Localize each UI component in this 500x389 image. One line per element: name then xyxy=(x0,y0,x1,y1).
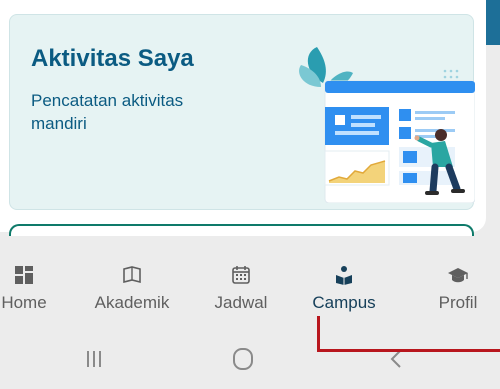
recent-apps-icon[interactable] xyxy=(80,347,108,371)
dashboard-illustration xyxy=(299,47,475,203)
nav-label-akademik: Akademik xyxy=(94,293,170,312)
book-icon xyxy=(123,266,141,284)
nav-item-akademik[interactable]: Akademik xyxy=(87,265,177,313)
system-navigation-bar xyxy=(0,325,500,389)
campus-reader-icon xyxy=(336,266,352,285)
nav-label-jadwal: Jadwal xyxy=(214,293,268,312)
nav-item-jadwal[interactable]: Jadwal xyxy=(196,265,286,313)
card-subtitle: Pencatatan aktivitas mandiri xyxy=(31,91,184,133)
next-card-edge xyxy=(9,224,474,236)
aktivitas-saya-card[interactable]: Aktivitas Saya Pencatatan aktivitas mand… xyxy=(9,14,475,210)
grid-icon xyxy=(15,266,33,284)
nav-item-profil[interactable]: Profil xyxy=(413,265,500,313)
annotation-line-vertical xyxy=(317,316,320,352)
nav-label-home: Home xyxy=(1,293,47,312)
card-title: Aktivitas Saya xyxy=(31,45,194,72)
content-panel: Aktivitas Saya Pencatatan aktivitas mand… xyxy=(0,0,486,236)
calendar-icon xyxy=(232,266,250,284)
graduation-cap-icon xyxy=(448,268,468,283)
nav-item-campus[interactable]: Campus xyxy=(299,265,389,313)
nav-label-profil: Profil xyxy=(438,293,478,312)
nav-item-home[interactable]: Home xyxy=(0,265,69,313)
home-circle-icon[interactable] xyxy=(229,347,257,371)
annotation-line-horizontal xyxy=(317,349,500,352)
nav-label-campus: Campus xyxy=(312,293,376,312)
bottom-navigation: Home Akademik Jadwal Campus Profil xyxy=(0,245,500,325)
